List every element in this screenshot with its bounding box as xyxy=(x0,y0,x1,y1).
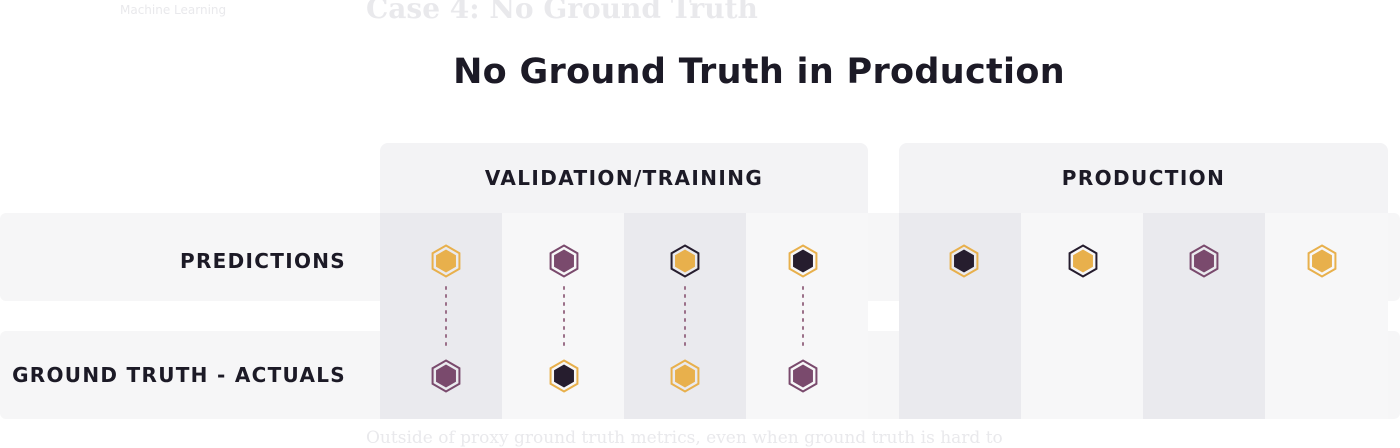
production-prediction-hexagon-2-core xyxy=(1073,249,1093,273)
validation-actual-hexagon-2-core xyxy=(554,364,574,388)
production-prediction-hexagon-3-core xyxy=(1194,249,1214,273)
validation-actual-hexagon-4-core xyxy=(793,364,813,388)
validation-actual-hexagon-3-core xyxy=(675,364,695,388)
production-prediction-hexagon-1-core xyxy=(954,249,974,273)
marker-layer xyxy=(431,244,1337,393)
validation-prediction-hexagon-3 xyxy=(670,244,700,278)
validation-actual-hexagon-3 xyxy=(670,359,700,393)
validation-prediction-hexagon-4 xyxy=(788,244,818,278)
validation-prediction-hexagon-2-core xyxy=(554,249,574,273)
validation-prediction-hexagon-3-core xyxy=(675,249,695,273)
production-prediction-hexagon-2 xyxy=(1068,244,1098,278)
validation-actual-hexagon-2 xyxy=(549,359,579,393)
production-prediction-hexagon-1 xyxy=(949,244,979,278)
production-prediction-hexagon-4 xyxy=(1307,244,1337,278)
validation-actual-hexagon-1 xyxy=(431,359,461,393)
validation-actual-hexagon-4 xyxy=(788,359,818,393)
validation-prediction-hexagon-4-core xyxy=(793,249,813,273)
production-prediction-hexagon-3 xyxy=(1189,244,1219,278)
production-prediction-hexagon-4-core xyxy=(1312,249,1332,273)
validation-prediction-hexagon-2 xyxy=(549,244,579,278)
validation-prediction-hexagon-1 xyxy=(431,244,461,278)
validation-actual-hexagon-1-core xyxy=(436,364,456,388)
validation-prediction-hexagon-1-core xyxy=(436,249,456,273)
